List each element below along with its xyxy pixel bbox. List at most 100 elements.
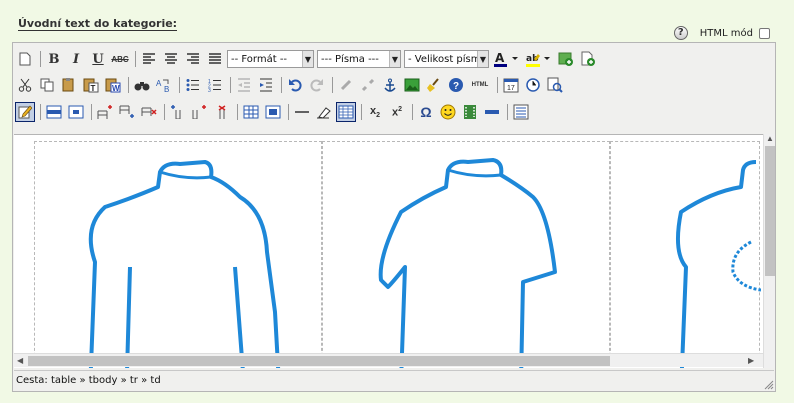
scroll-right-icon[interactable]: ▶	[748, 356, 754, 365]
html-mode-toggle[interactable]: ? HTML mód	[673, 26, 770, 40]
horizontal-scrollbar[interactable]: ◀ ▶	[14, 353, 763, 367]
cleanup-button[interactable]	[424, 75, 444, 95]
visual-aid-button[interactable]	[15, 102, 35, 122]
special-char-button[interactable]: Ω	[416, 102, 436, 122]
visual-aid-icon	[18, 105, 32, 119]
help-icon[interactable]: ?	[673, 26, 688, 40]
editor-content-area[interactable]	[14, 134, 763, 368]
replace-button[interactable]: AB	[154, 75, 174, 95]
strikethrough-button[interactable]: ABC	[110, 49, 130, 69]
undo-button[interactable]	[285, 75, 305, 95]
delete-col-button[interactable]	[212, 102, 232, 122]
separator	[332, 77, 333, 93]
insert-row-after-button[interactable]	[117, 102, 137, 122]
insert-col-before-button[interactable]	[168, 102, 188, 122]
col-before-icon	[171, 105, 181, 119]
element-path[interactable]: table » tbody » tr » td	[51, 375, 161, 386]
subscript-button[interactable]: x2	[365, 102, 385, 122]
help-button[interactable]: ?	[446, 75, 466, 95]
cell-props-icon	[68, 105, 84, 119]
insert-col-after-button[interactable]	[190, 102, 210, 122]
paste-text-icon: T	[83, 78, 99, 93]
insert-media-button[interactable]	[460, 102, 480, 122]
insert-date-button[interactable]: 17	[501, 75, 521, 95]
row-props-icon	[46, 105, 62, 119]
italic-button[interactable]: I	[66, 49, 86, 69]
ordered-list-button[interactable]: 123	[205, 75, 225, 95]
insert-image-button[interactable]	[556, 49, 576, 69]
anchor-button[interactable]	[380, 75, 400, 95]
text-color-button[interactable]: A	[492, 49, 522, 69]
insert-row-before-button[interactable]	[95, 102, 115, 122]
horizontal-rule-button[interactable]	[292, 102, 312, 122]
align-center-button[interactable]	[161, 49, 181, 69]
paste-word-button[interactable]: W	[103, 75, 123, 95]
binoculars-icon	[134, 82, 150, 91]
insert-layer-button[interactable]	[482, 102, 502, 122]
font-select[interactable]: --- Písma --- ▼	[317, 50, 401, 68]
html-source-button[interactable]: HTML	[468, 75, 492, 95]
table-icon	[338, 105, 354, 119]
background-color-button[interactable]: ab	[524, 49, 554, 69]
separator	[40, 104, 41, 120]
paste-button[interactable]	[59, 75, 79, 95]
find-button[interactable]	[132, 75, 152, 95]
emoticon-button[interactable]	[438, 102, 458, 122]
merge-cells-button[interactable]	[263, 102, 283, 122]
html-mode-checkbox[interactable]	[759, 27, 770, 39]
underline-button[interactable]: U	[88, 49, 108, 69]
row-properties-button[interactable]	[44, 102, 64, 122]
horizontal-scroll-thumb[interactable]	[28, 356, 610, 366]
resize-grip-icon[interactable]	[764, 380, 774, 390]
insert-time-button[interactable]	[523, 75, 543, 95]
bold-button[interactable]: B	[44, 49, 64, 69]
clock-icon	[526, 78, 540, 92]
scroll-left-icon[interactable]: ◀	[17, 356, 23, 365]
separator	[164, 104, 165, 120]
copy-button[interactable]	[37, 75, 57, 95]
unordered-list-button[interactable]	[183, 75, 203, 95]
delete-row-button[interactable]	[139, 102, 159, 122]
insert-picture-button[interactable]	[402, 75, 422, 95]
picture-icon	[404, 78, 420, 92]
paste-text-button[interactable]: T	[81, 75, 101, 95]
outdent-button[interactable]	[234, 75, 254, 95]
table-cell[interactable]	[322, 141, 610, 368]
size-select[interactable]: - Velikost písm ▼	[404, 50, 489, 68]
separator	[179, 77, 180, 93]
separator	[135, 51, 136, 67]
align-left-button[interactable]	[139, 49, 159, 69]
vertical-scrollbar[interactable]: ▲	[763, 134, 775, 368]
superscript-button[interactable]: x2	[387, 102, 407, 122]
insert-file-button[interactable]	[578, 49, 598, 69]
insert-table-button[interactable]	[336, 102, 356, 122]
cut-button[interactable]	[15, 75, 35, 95]
separator	[237, 104, 238, 120]
svg-text:A: A	[495, 51, 505, 65]
table-cell[interactable]	[610, 141, 762, 368]
align-justify-button[interactable]	[205, 49, 225, 69]
vertical-scroll-thumb[interactable]	[765, 146, 775, 276]
preview-button[interactable]	[545, 75, 565, 95]
table-cell[interactable]	[34, 141, 322, 368]
underline-glyph: U	[92, 51, 104, 67]
format-select[interactable]: -- Formát -- ▼	[227, 50, 314, 68]
html-mode-label: HTML mód	[699, 27, 753, 39]
scroll-up-icon[interactable]: ▲	[766, 134, 774, 143]
redo-button[interactable]	[307, 75, 327, 95]
indent-button[interactable]	[256, 75, 276, 95]
separator	[128, 77, 129, 93]
svg-text:T: T	[91, 84, 96, 93]
split-cells-button[interactable]	[241, 102, 261, 122]
element-path-bar: Cesta: table » tbody » tr » td	[14, 370, 774, 390]
svg-text:17: 17	[507, 85, 515, 92]
insert-link-button[interactable]	[336, 75, 356, 95]
unlink-button[interactable]	[358, 75, 378, 95]
cell-properties-button[interactable]	[66, 102, 86, 122]
remove-format-button[interactable]	[314, 102, 334, 122]
separator	[497, 77, 498, 93]
new-document-button[interactable]	[15, 49, 35, 69]
toolbar-row-2: T W AB 123 ? HTML 17	[15, 74, 567, 96]
align-right-button[interactable]	[183, 49, 203, 69]
page-break-button[interactable]	[511, 102, 531, 122]
